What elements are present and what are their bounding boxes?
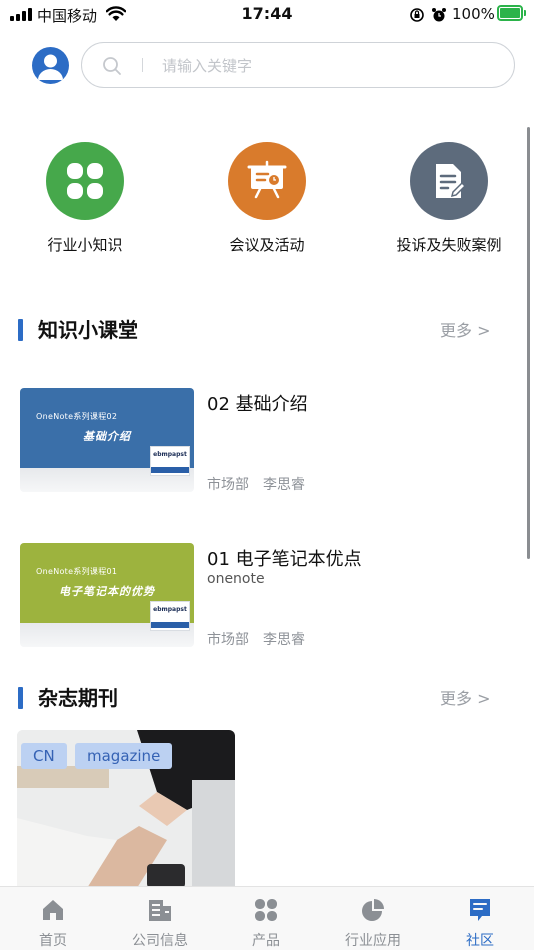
knowledge-more-link[interactable]: 更多 > — [440, 317, 491, 341]
search-divider — [142, 58, 143, 72]
magazine-card[interactable]: CN magazine — [17, 730, 235, 888]
clover-icon — [46, 142, 124, 220]
user-avatar[interactable] — [32, 47, 69, 84]
thumb-title-text: 电子笔记本的优势 — [59, 585, 155, 598]
tab-label: 公司信息 — [132, 933, 188, 949]
search-icon — [103, 57, 121, 75]
category-meetings-events[interactable]: 会议及活动 — [187, 142, 347, 257]
section-title-knowledge: 知识小课堂 — [38, 318, 138, 342]
course-author: 李思睿 — [263, 477, 305, 493]
tab-industry-apps[interactable]: 行业应用 — [320, 887, 426, 950]
course-department: 市场部 — [207, 632, 249, 648]
magazine-more-link[interactable]: 更多 > — [440, 685, 491, 709]
brand-logo: ebmpapst — [150, 446, 190, 476]
course-subtitle: onenote — [207, 571, 265, 587]
course-item[interactable]: OneNote系列课程01 电子笔记本的优势 ebmpapst 01 电子笔记本… — [0, 543, 534, 649]
thumb-series-text: OneNote系列课程01 — [36, 567, 118, 576]
building-icon — [149, 900, 171, 921]
course-author: 李思睿 — [263, 632, 305, 648]
scrollbar[interactable] — [527, 127, 530, 559]
thumb-title-text: 基础介绍 — [83, 430, 131, 443]
grid-clover-icon — [255, 899, 277, 921]
search-bar[interactable] — [81, 42, 515, 88]
tab-company-info[interactable]: 公司信息 — [107, 887, 213, 950]
course-meta: 市场部 李思睿 — [207, 629, 319, 649]
thumb-series-text: OneNote系列课程02 — [36, 412, 118, 421]
user-icon — [38, 54, 63, 80]
pie-chart-icon — [362, 899, 384, 921]
course-department: 市场部 — [207, 477, 249, 493]
section-title-magazine: 杂志期刊 — [38, 686, 118, 710]
magazine-tag: CN — [21, 743, 67, 769]
category-label: 行业小知识 — [47, 236, 123, 254]
category-industry-knowledge[interactable]: 行业小知识 — [5, 142, 165, 257]
tab-home[interactable]: 首页 — [0, 887, 106, 950]
course-title: 01 电子笔记本优点 — [207, 549, 362, 570]
course-thumbnail: OneNote系列课程01 电子笔记本的优势 ebmpapst — [20, 543, 194, 647]
battery-percentage: 100% — [452, 5, 495, 23]
presentation-board-icon — [228, 142, 306, 220]
brand-logo: ebmpapst — [150, 601, 190, 631]
tab-label: 社区 — [466, 933, 494, 949]
tab-products[interactable]: 产品 — [213, 887, 319, 950]
search-input[interactable] — [162, 54, 492, 78]
tab-label: 首页 — [39, 933, 67, 949]
course-title: 02 基础介绍 — [207, 394, 308, 415]
section-accent-bar — [18, 319, 23, 341]
course-meta: 市场部 李思睿 — [207, 474, 319, 494]
status-bar: 中国移动 17:44 100% — [0, 0, 534, 30]
category-complaint-cases[interactable]: 投诉及失败案例 — [369, 142, 529, 257]
magazine-tag: magazine — [75, 743, 173, 769]
course-thumbnail: OneNote系列课程02 基础介绍 ebmpapst — [20, 388, 194, 492]
battery-icon — [497, 5, 523, 21]
home-icon — [43, 900, 63, 920]
tab-label: 行业应用 — [345, 933, 401, 949]
bottom-tab-bar: 首页 公司信息 产品 行业应用 社区 — [0, 886, 534, 950]
document-edit-icon — [410, 142, 488, 220]
message-icon — [470, 899, 490, 921]
category-label: 会议及活动 — [229, 236, 305, 254]
tab-community[interactable]: 社区 — [427, 887, 533, 950]
category-label: 投诉及失败案例 — [396, 236, 502, 254]
orientation-lock-alarm-icon — [410, 8, 446, 22]
section-accent-bar — [18, 687, 23, 709]
tab-label: 产品 — [252, 933, 280, 949]
course-item[interactable]: OneNote系列课程02 基础介绍 ebmpapst 02 基础介绍 市场部李… — [0, 388, 534, 494]
